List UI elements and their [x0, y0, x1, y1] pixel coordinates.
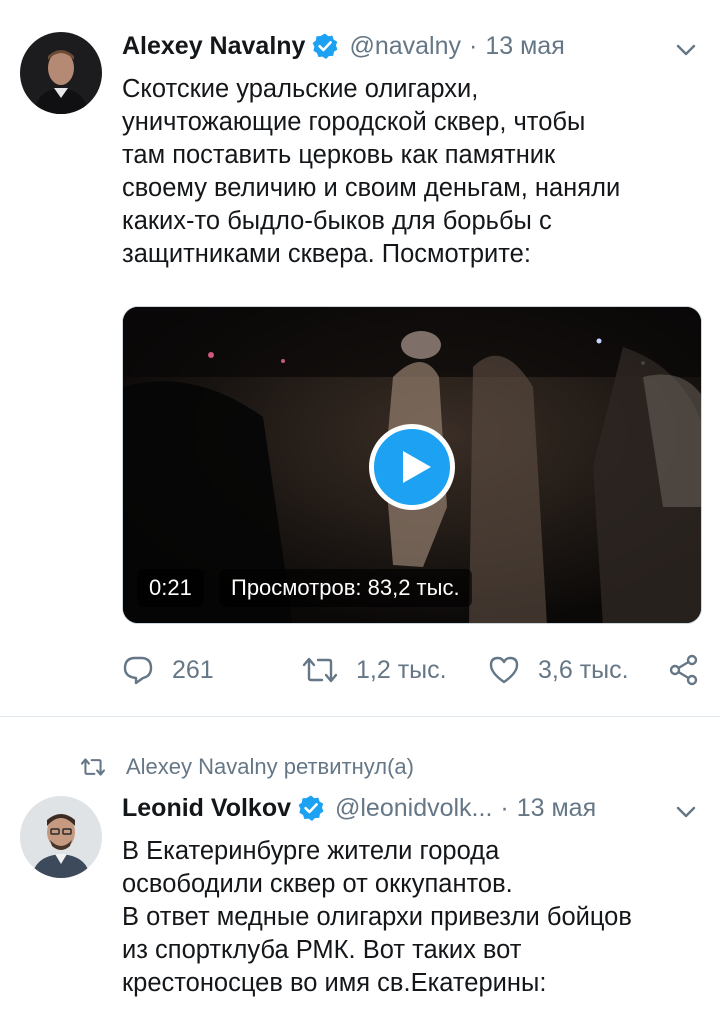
heart-icon [489, 656, 519, 684]
retweet-icon [302, 657, 338, 683]
retweet-button[interactable]: 1,2 тыс. [302, 648, 447, 692]
video-player[interactable]: 0:21 Просмотров: 83,2 тыс. [122, 306, 702, 624]
like-button[interactable]: 3,6 тыс. [488, 648, 629, 692]
reply-button[interactable]: 261 [122, 648, 214, 692]
tweet-text-line: освободили сквер от оккупантов. [122, 870, 513, 898]
tweet-header: Leonid Volkov @leonidvolk... · 13 мая [122, 788, 596, 828]
tweet-text-line: там поставить церковь как памятник [122, 141, 556, 169]
video-duration: 0:21 [137, 569, 204, 607]
retweet-context[interactable]: Alexey Navalny ретвитнул(а) [80, 752, 414, 782]
separator-dot: · [500, 793, 509, 822]
tweet-text: В Екатеринбурге жители города освободили… [122, 835, 702, 1000]
tweet-text-line: В Екатеринбурге жители города [122, 837, 500, 865]
tweet-timestamp[interactable]: 13 мая [485, 32, 564, 61]
chevron-down-icon[interactable] [672, 798, 700, 826]
tweet-actions: 261 1,2 тыс. 3,6 тыс. [122, 648, 702, 692]
tweet-text-line: каких-то быдло-быков для борьбы с [122, 207, 552, 235]
tweet-text: Скотские уральские олигархи, уничтожающи… [122, 73, 702, 271]
tweet-text-line: уничтожающие городской сквер, чтобы [122, 108, 586, 136]
tweet-divider [0, 716, 720, 717]
tweet-text-line: своему величию и своим деньгам, наняли [122, 174, 621, 202]
tweet-text-line: В ответ медные олигархи привезли бойцов [122, 903, 632, 931]
tweet-text-line: из спортклуба РМК. Вот таких вот [122, 936, 522, 964]
author-name[interactable]: Leonid Volkov [122, 794, 291, 823]
verified-badge-icon [311, 32, 339, 60]
like-count: 3,6 тыс. [538, 655, 629, 684]
author-name[interactable]: Alexey Navalny [122, 32, 305, 61]
tweet-navalny[interactable]: Alexey Navalny @navalny · 13 мая Скотски… [0, 0, 720, 716]
reply-count: 261 [172, 655, 214, 684]
reply-icon [123, 656, 153, 685]
tweet-text-line: Скотские уральские олигархи, [122, 75, 479, 103]
verified-badge-icon [297, 794, 325, 822]
avatar-volkov[interactable] [20, 796, 102, 878]
share-icon [669, 654, 698, 686]
author-handle[interactable]: @navalny [349, 32, 461, 61]
retweet-count: 1,2 тыс. [356, 655, 447, 684]
share-button[interactable] [668, 648, 718, 692]
chevron-down-icon[interactable] [672, 36, 700, 64]
video-view-count: Просмотров: 83,2 тыс. [219, 569, 472, 607]
separator-dot: · [469, 31, 478, 60]
retweet-context-label: Alexey Navalny ретвитнул(а) [126, 754, 414, 779]
tweet-timestamp[interactable]: 13 мая [517, 794, 596, 823]
play-button[interactable] [369, 424, 455, 510]
author-handle[interactable]: @leonidvolk... [335, 794, 492, 823]
tweet-text-line: защитниками сквера. Посмотрите: [122, 240, 531, 268]
retweet-icon [80, 758, 106, 776]
tweet-text-line: крестоносцев во имя св.Екатерины: [122, 969, 547, 997]
tweet-header: Alexey Navalny @navalny · 13 мая [122, 26, 565, 66]
play-icon [403, 451, 431, 483]
avatar-navalny[interactable] [20, 32, 102, 114]
